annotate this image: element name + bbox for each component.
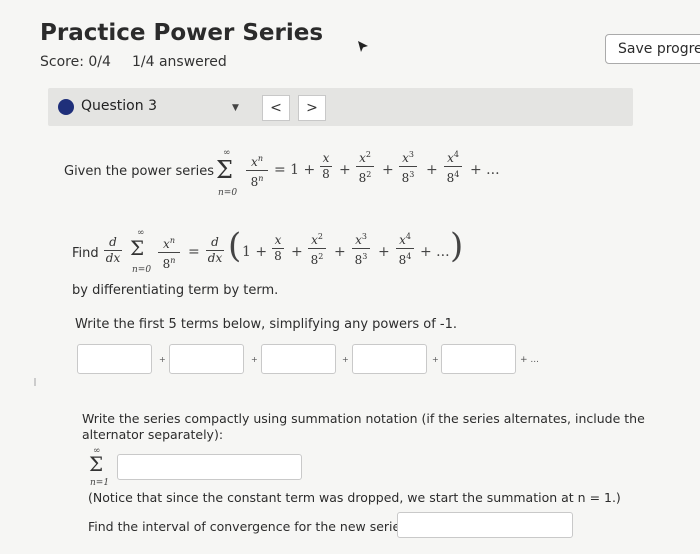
sum-lower-2: n=1 <box>90 478 110 488</box>
next-question-button[interactable]: > <box>298 95 326 121</box>
d-dx-left: d dx <box>104 235 122 265</box>
save-progress-button[interactable]: Save progres <box>605 34 700 64</box>
notice-text: (Notice that since the constant term was… <box>88 490 621 505</box>
term-x2: x2 82 <box>356 148 374 185</box>
general-term: xn 8n <box>246 152 268 189</box>
prev-question-button[interactable]: < <box>262 95 290 121</box>
term-x-over-8: x8 <box>320 152 332 181</box>
sigma-symbol: Σ <box>216 156 233 184</box>
plus-sign: + <box>159 355 166 364</box>
plus-sign: + <box>432 355 439 364</box>
left-margin-marker <box>34 378 36 386</box>
answered-count: 1/4 answered <box>132 54 227 70</box>
term-5-input[interactable] <box>441 344 516 374</box>
plus-sign: + <box>342 355 349 364</box>
ellipsis: + ... <box>470 162 500 178</box>
term-x4: x4 84 <box>444 148 462 185</box>
terms-ellipsis: + ... <box>520 355 539 365</box>
term-3-input[interactable] <box>261 344 336 374</box>
compact-instruction: Write the series compactly using summati… <box>82 411 645 442</box>
practice-page: { "header": { "title": "Practice Power S… <box>0 0 700 554</box>
given-text: Given the power series <box>64 164 215 179</box>
summation-input[interactable] <box>117 454 302 480</box>
term-1-input[interactable] <box>77 344 152 374</box>
plus-sign: + <box>251 355 258 364</box>
term-4-input[interactable] <box>352 344 427 374</box>
caret-down-icon[interactable]: ▼ <box>232 103 239 113</box>
score-text: Score: 0/4 <box>40 54 111 70</box>
term-x3: x3 83 <box>399 148 417 185</box>
question-dot-icon <box>58 99 74 115</box>
interval-input[interactable] <box>397 512 573 538</box>
mouse-pointer-icon <box>358 41 368 52</box>
term-2-input[interactable] <box>169 344 244 374</box>
interval-instruction: Find the interval of convergence for the… <box>88 519 411 534</box>
differentiate-instruction: by differentiating term by term. <box>72 283 279 298</box>
write-terms-instruction: Write the first 5 terms below, simplifyi… <box>75 317 458 332</box>
page-title: Practice Power Series <box>40 20 324 46</box>
sigma-symbol-2: Σ <box>89 452 104 476</box>
find-text: Find <box>72 246 99 261</box>
equals-one-plus: = 1 + <box>274 162 316 178</box>
d-dx-right: d dx <box>206 235 224 265</box>
sum-lower: n=0 <box>218 188 238 198</box>
question-select[interactable]: Question 3 <box>81 98 157 114</box>
